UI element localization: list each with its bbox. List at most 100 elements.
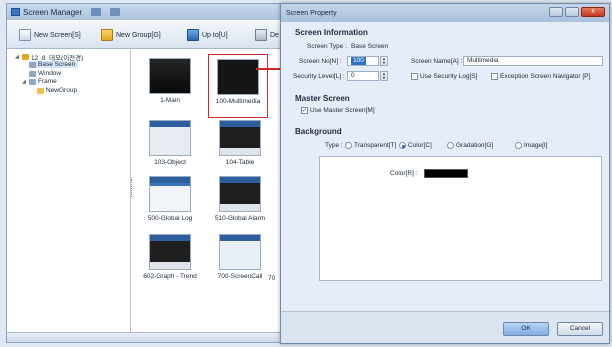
use-master-screen-checkbox[interactable]: ✓ Use Master Screen[M] bbox=[301, 107, 375, 114]
screen-thumbnail[interactable]: 500-Global Log bbox=[138, 176, 202, 222]
screen-thumbnail[interactable]: 700-ScreenCall bbox=[208, 234, 272, 280]
background-options-panel: Color[R] : bbox=[319, 156, 602, 281]
security-level-input[interactable]: 0 bbox=[347, 71, 379, 81]
screen-icon bbox=[29, 78, 36, 85]
radio-selected-icon bbox=[399, 142, 406, 149]
new-screen-icon bbox=[19, 29, 31, 41]
checkmark-icon: ✓ bbox=[301, 107, 308, 114]
delete-label: De bbox=[270, 31, 279, 39]
security-level-spinner[interactable]: ▲ ▼ bbox=[380, 71, 388, 81]
dialog-footer: OK Cancel bbox=[281, 311, 609, 343]
pin-icon[interactable] bbox=[91, 8, 102, 16]
tree-item-newgroup[interactable]: NewGroup bbox=[37, 87, 77, 94]
thumbnail-image bbox=[219, 234, 261, 270]
new-screen-button[interactable]: New Screen[S] bbox=[15, 26, 85, 44]
thumbnail-image bbox=[219, 120, 261, 156]
radio-label: Transparent[T] bbox=[354, 142, 397, 149]
color-label: Color[R] : bbox=[390, 170, 418, 177]
folder-icon bbox=[37, 87, 44, 94]
screen-no-input[interactable]: 100 bbox=[347, 56, 379, 66]
exception-navigator-checkbox[interactable]: Exception Screen Navigator [P] bbox=[491, 73, 590, 80]
maximize-icon[interactable] bbox=[565, 7, 579, 17]
radio-icon bbox=[515, 142, 522, 149]
up-arrow-icon bbox=[187, 29, 199, 41]
background-type-label: Type : bbox=[325, 142, 343, 149]
screen-type-value: Base Screen bbox=[351, 43, 389, 50]
cancel-button[interactable]: Cancel bbox=[557, 322, 603, 336]
radio-color[interactable]: Color[C] bbox=[399, 142, 432, 149]
color-swatch[interactable] bbox=[424, 169, 468, 178]
screen-thumbnail[interactable]: 510-Global Alarm bbox=[208, 176, 272, 222]
project-icon bbox=[22, 54, 29, 60]
tree-item-base-screen[interactable]: Base Screen bbox=[29, 61, 79, 68]
dialog-body: Screen Information Screen Type : Base Sc… bbox=[287, 26, 605, 310]
thumbnail-image bbox=[149, 234, 191, 270]
up-to-button[interactable]: Up to[U] bbox=[183, 26, 232, 44]
section-background: Background bbox=[295, 127, 342, 136]
expand-icon[interactable]: ◢ bbox=[15, 54, 20, 60]
thumbnail-image bbox=[149, 120, 191, 156]
minimize-icon[interactable] bbox=[549, 7, 563, 17]
expand-icon[interactable]: ◢ bbox=[22, 79, 27, 85]
screen-thumbnail[interactable]: 103-Object bbox=[138, 120, 202, 166]
screen-no-spinner[interactable]: ▲ ▼ bbox=[380, 56, 388, 66]
screen-thumbnail-grid: 1-Main 100-Multimedia 103-Object 104-Tab… bbox=[134, 50, 294, 334]
checkbox-icon bbox=[411, 73, 418, 80]
screen-icon bbox=[29, 61, 36, 68]
tree-label: Base Screen bbox=[38, 61, 76, 68]
radio-icon bbox=[345, 142, 352, 149]
thumbnail-label: 700-ScreenCall bbox=[217, 273, 263, 280]
radio-label: Gradation[G] bbox=[456, 142, 494, 149]
screen-tree: ◢ 12_8_데모(이전경) Base Screen Window ◢ Fram… bbox=[7, 50, 131, 334]
tree-item-frame[interactable]: ◢ Frame bbox=[22, 78, 57, 85]
section-master-screen: Master Screen bbox=[295, 94, 350, 103]
delete-button[interactable]: De bbox=[251, 26, 283, 44]
radio-label: Color[C] bbox=[408, 142, 432, 149]
section-screen-information: Screen Information bbox=[295, 28, 368, 37]
tree-label: Frame bbox=[38, 78, 57, 85]
window-menu-icon[interactable] bbox=[110, 8, 121, 16]
new-group-button[interactable]: New Group[G] bbox=[97, 26, 165, 44]
security-level-label: Security Level[L] : bbox=[293, 73, 345, 80]
screen-no-label: Screen No[N] : bbox=[299, 58, 342, 65]
thumbnail-label: 500-Global Log bbox=[147, 215, 193, 222]
caption-buttons: x bbox=[549, 7, 605, 17]
thumbnail-label: 100-Multimedia bbox=[215, 98, 261, 105]
checkbox-label: Use Master Screen[M] bbox=[310, 107, 375, 114]
screen-thumbnail[interactable]: 602-Graph - Trend bbox=[138, 234, 202, 280]
checkbox-label: Exception Screen Navigator [P] bbox=[500, 73, 591, 80]
thumbnail-image bbox=[149, 176, 191, 212]
screen-manager-titlebar[interactable]: Screen Manager bbox=[7, 4, 295, 20]
radio-image[interactable]: Image[I] bbox=[515, 142, 547, 149]
screen-thumbnail[interactable]: 1-Main bbox=[138, 58, 202, 104]
screen-name-input[interactable]: Multimedia bbox=[463, 56, 603, 66]
ok-button[interactable]: OK bbox=[503, 322, 549, 336]
screen-thumbnail[interactable]: 104-Table bbox=[208, 120, 272, 166]
dialog-titlebar[interactable]: Screen Property x bbox=[281, 4, 609, 22]
radio-label: Image[I] bbox=[524, 142, 548, 149]
checkbox-label: Use Security Log[S] bbox=[420, 73, 478, 80]
delete-icon bbox=[255, 29, 267, 41]
screen-thumbnail-selected[interactable]: 100-Multimedia bbox=[208, 54, 268, 118]
new-group-label: New Group[G] bbox=[116, 31, 161, 39]
tree-item-window[interactable]: Window bbox=[29, 70, 61, 77]
radio-transparent[interactable]: Transparent[T] bbox=[345, 142, 396, 149]
thumbnail-label: 1-Main bbox=[160, 97, 180, 104]
thumbnail-label: 602-Graph - Trend bbox=[143, 273, 197, 280]
new-screen-label: New Screen[S] bbox=[34, 31, 81, 39]
screen-icon bbox=[29, 70, 36, 77]
use-security-log-checkbox[interactable]: Use Security Log[S] bbox=[411, 73, 477, 80]
close-icon[interactable]: x bbox=[581, 7, 605, 17]
checkbox-icon bbox=[491, 73, 498, 80]
manager-toolbar: New Screen[S] New Group[G] Up to[U] De bbox=[7, 21, 295, 49]
thumbnail-image bbox=[217, 59, 259, 95]
screen-manager-window: Screen Manager New Screen[S] New Group[G… bbox=[6, 3, 296, 343]
radio-gradation[interactable]: Gradation[G] bbox=[447, 142, 493, 149]
dialog-title: Screen Property bbox=[286, 9, 337, 17]
radio-icon bbox=[447, 142, 454, 149]
up-to-label: Up to[U] bbox=[202, 31, 228, 39]
thumbnail-label: 510-Global Alarm bbox=[214, 215, 266, 222]
window-icon bbox=[11, 8, 20, 16]
screen-type-label: Screen Type : bbox=[307, 43, 347, 50]
screen-manager-title: Screen Manager bbox=[23, 7, 83, 17]
